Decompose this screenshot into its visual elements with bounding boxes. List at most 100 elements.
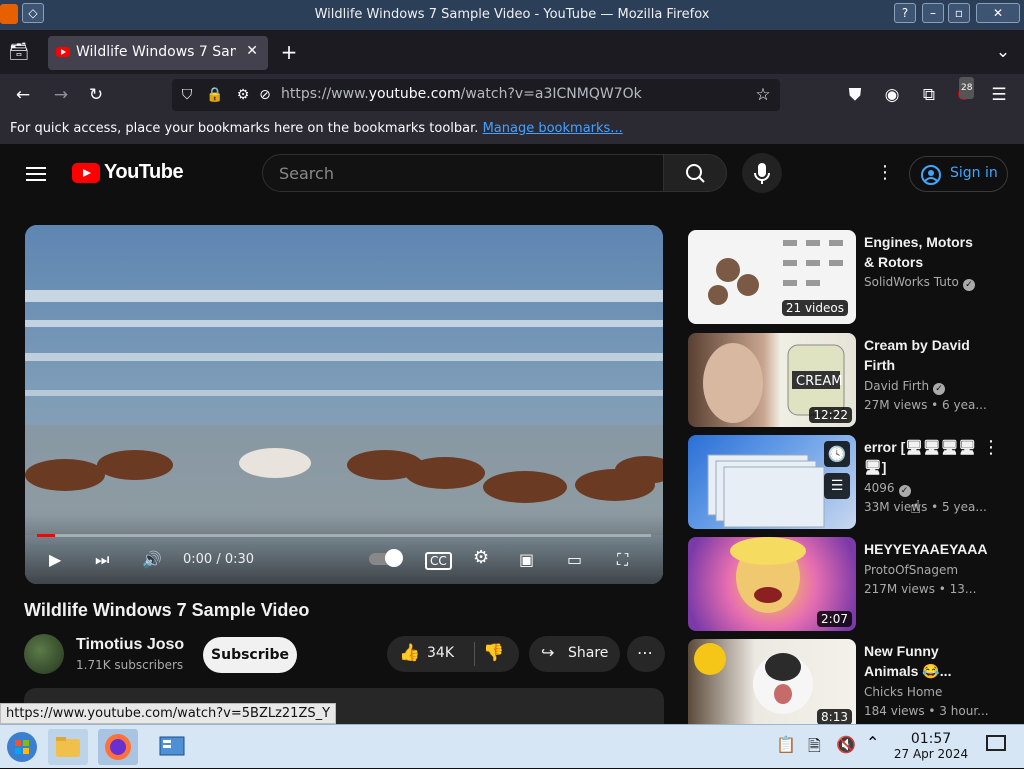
url-text: https://www.youtube.com/watch?v=a3ICNMQW… bbox=[281, 86, 642, 102]
playlist-count-badge: 21 videos bbox=[781, 300, 848, 316]
reload-icon[interactable]: ↻ bbox=[85, 84, 107, 106]
recommendation-title[interactable]: New Funny Animals 😂... bbox=[864, 641, 982, 681]
channel-avatar[interactable] bbox=[24, 634, 64, 674]
bookmark-star-icon[interactable]: ☆ bbox=[752, 84, 774, 106]
fullscreen-icon[interactable]: ⛶ bbox=[617, 550, 628, 570]
play-icon[interactable]: ▶ bbox=[49, 550, 61, 569]
forward-icon[interactable]: → bbox=[50, 84, 72, 106]
recommendation-channel[interactable]: ProtoOfSnagem bbox=[864, 563, 958, 577]
pocket-icon[interactable]: ⛊ bbox=[844, 84, 866, 106]
search-input[interactable]: Search bbox=[262, 154, 664, 192]
theater-mode-icon[interactable]: ▭ bbox=[567, 550, 582, 569]
progress-bar[interactable] bbox=[37, 534, 651, 537]
tab-close-icon[interactable]: ✕ bbox=[246, 43, 258, 59]
address-bar[interactable]: ⛉ 🔒 ⚙ ⊘ https://www.youtube.com/watch?v=… bbox=[172, 79, 780, 111]
lock-icon[interactable]: 🔒 bbox=[204, 84, 226, 106]
sign-in-button[interactable]: Sign in bbox=[909, 156, 1008, 192]
account-icon[interactable]: ◉ bbox=[881, 84, 903, 106]
firefox-taskbar-icon[interactable] bbox=[98, 729, 138, 765]
dislike-icon[interactable]: 👎 bbox=[483, 643, 504, 663]
battery-icon[interactable]: 🗎 bbox=[808, 735, 821, 762]
like-dislike-group: 👍 34K 👎 bbox=[387, 636, 519, 672]
recommendation-channel[interactable]: Chicks Home bbox=[864, 685, 942, 699]
volume-icon[interactable]: 🔊 bbox=[142, 550, 162, 569]
autoplay-toggle[interactable] bbox=[369, 549, 403, 569]
navigation-toolbar: ← → ↻ ⛉ 🔒 ⚙ ⊘ https://www.youtube.com/wa… bbox=[0, 74, 1024, 116]
voice-search-button[interactable] bbox=[742, 153, 782, 193]
thumbnail[interactable]: 8:13 bbox=[688, 639, 856, 725]
app-menu-icon[interactable]: ☰ bbox=[988, 84, 1010, 106]
tray-expand-icon[interactable]: ⌃ bbox=[866, 733, 879, 752]
clipboard-icon[interactable]: 📋 bbox=[776, 735, 796, 754]
add-to-queue-icon[interactable]: ☰ bbox=[824, 473, 850, 499]
thumbnail[interactable]: CREAM 12:22 bbox=[688, 333, 856, 427]
thumbnail[interactable]: 🕓 ☰ bbox=[688, 435, 856, 529]
new-tab-icon[interactable]: + bbox=[278, 41, 300, 63]
recommendation-item[interactable]: 8:13 New Funny Animals 😂... Chicks Home … bbox=[688, 639, 1018, 735]
tab-list-icon[interactable]: 🗃 bbox=[8, 41, 30, 63]
duration-badge: 12:22 bbox=[809, 407, 852, 423]
file-manager-icon[interactable] bbox=[48, 729, 88, 765]
recommendation-item[interactable]: 2:07 HEYYEYAAEYAAA ProtoOfSnagem 217M vi… bbox=[688, 537, 1018, 633]
share-button[interactable]: ↪ Share bbox=[529, 636, 620, 672]
miniplayer-icon[interactable]: ▣ bbox=[519, 550, 534, 569]
like-icon[interactable]: 👍 bbox=[399, 643, 420, 663]
captions-icon[interactable]: CC bbox=[425, 552, 452, 570]
subscribe-button[interactable]: Subscribe bbox=[203, 637, 297, 673]
channel-name[interactable]: Timotius Joso bbox=[76, 636, 184, 654]
tab-strip: 🗃 Wildlife Windows 7 Sample Video - YouT… bbox=[0, 30, 1024, 74]
duration-badge: 2:07 bbox=[817, 611, 852, 627]
thumbnail[interactable]: 21 videos bbox=[688, 230, 856, 324]
next-icon[interactable]: ⏭ bbox=[95, 550, 109, 570]
addon-icon[interactable]: 28 bbox=[953, 77, 975, 106]
recommendation-item[interactable]: 21 videos Engines, Motors & Rotors Solid… bbox=[688, 230, 1018, 326]
youtube-favicon-icon bbox=[56, 47, 70, 57]
help-icon[interactable]: ? bbox=[894, 3, 916, 23]
start-menu-button[interactable] bbox=[2, 729, 42, 765]
permissions-icon[interactable]: ⚙ bbox=[232, 84, 254, 106]
control-panel-icon[interactable] bbox=[152, 729, 192, 765]
autoplay-blocked-icon[interactable]: ⊘ bbox=[254, 84, 276, 106]
windows-start-icon bbox=[7, 732, 37, 762]
tab-overflow-chevron-icon[interactable]: ⌄ bbox=[992, 41, 1014, 63]
watch-later-icon[interactable]: 🕓 bbox=[824, 441, 850, 467]
tracking-shield-icon[interactable]: ⛉ bbox=[176, 84, 198, 106]
tab-active[interactable]: Wildlife Windows 7 Sample Video - YouTub… bbox=[48, 36, 268, 70]
more-actions-button[interactable]: ⋯ bbox=[627, 636, 665, 672]
thumbnail[interactable]: 2:07 bbox=[688, 537, 856, 631]
youtube-logo-text[interactable]: YouTube bbox=[104, 161, 184, 184]
recommendation-item[interactable]: CREAM 12:22 Cream by David Firth David F… bbox=[688, 333, 1018, 429]
action-menu-icon[interactable]: ⋮ bbox=[982, 437, 1000, 458]
close-window-button[interactable]: ✕ bbox=[976, 3, 1020, 23]
divider bbox=[474, 642, 475, 666]
microphone-icon bbox=[754, 163, 770, 184]
volume-muted-icon[interactable]: 🔇 bbox=[836, 735, 856, 754]
recommendation-channel[interactable]: 4096 ✓ bbox=[864, 481, 911, 497]
recommendation-channel[interactable]: David Firth ✓ bbox=[864, 379, 946, 395]
back-icon[interactable]: ← bbox=[12, 84, 34, 106]
recommendation-channel[interactable]: SolidWorks Tuto ✓ bbox=[864, 275, 975, 291]
recommendation-title[interactable]: error [🖥🖥🖥🖥🖥] bbox=[864, 437, 982, 477]
youtube-header: YouTube Search ⋮ Sign in bbox=[0, 144, 1024, 202]
recommendation-title[interactable]: HEYYEYAAEYAAA bbox=[864, 539, 1014, 559]
extensions-icon[interactable]: ⧉ bbox=[918, 84, 940, 106]
recommendation-meta: 184 views • 3 hour... bbox=[864, 704, 989, 718]
window-titlebar: ◇ Wildlife Windows 7 Sample Video - YouT… bbox=[0, 0, 1024, 30]
search-button[interactable] bbox=[663, 154, 727, 192]
maximize-button[interactable]: ▫ bbox=[948, 3, 970, 23]
show-desktop-icon[interactable] bbox=[986, 735, 1006, 751]
more-options-icon[interactable]: ⋮ bbox=[876, 162, 894, 183]
recommendation-item[interactable]: 🕓 ☰ error [🖥🖥🖥🖥🖥] ⋮ 4096 ✓ 33M views • 5 … bbox=[688, 435, 1018, 531]
manage-bookmarks-link[interactable]: Manage bookmarks... bbox=[483, 121, 623, 136]
recommendation-title[interactable]: Engines, Motors & Rotors bbox=[864, 232, 982, 272]
recommendation-meta: 27M views • 6 yea... bbox=[864, 398, 987, 412]
guide-menu-icon[interactable] bbox=[26, 163, 46, 185]
recommendation-title[interactable]: Cream by David Firth bbox=[864, 335, 982, 375]
youtube-logo-icon[interactable] bbox=[72, 163, 100, 183]
like-count[interactable]: 34K bbox=[427, 645, 454, 661]
settings-gear-icon[interactable]: ⚙ bbox=[473, 547, 489, 568]
video-player[interactable]: ▶ ⏭ 🔊 0:00 / 0:30 CC ⚙ ▣ ▭ ⛶ bbox=[25, 225, 663, 584]
clock[interactable]: 01:57 27 Apr 2024 bbox=[888, 731, 974, 761]
minimize-button[interactable]: – bbox=[922, 3, 944, 23]
bookmarks-message: For quick access, place your bookmarks h… bbox=[10, 121, 479, 136]
